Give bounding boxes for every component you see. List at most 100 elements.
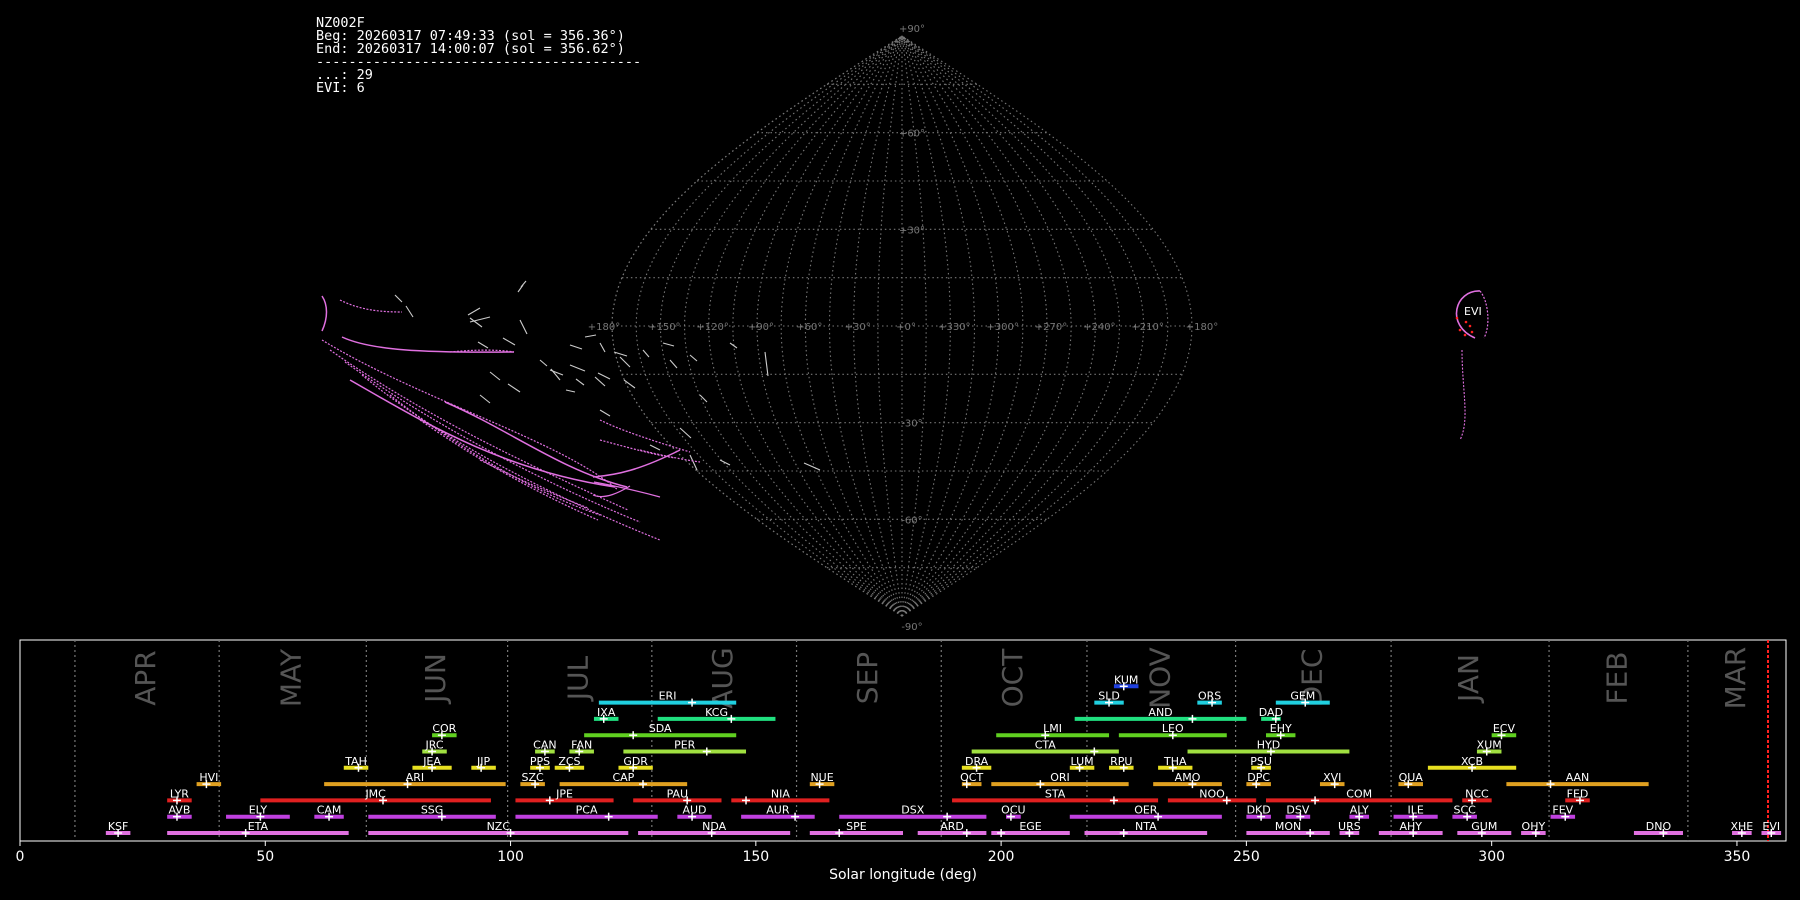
longitude-label: +270° [1035, 322, 1067, 333]
shower-bar-nia: NIA [731, 787, 830, 805]
shower-bar-cta: CTA [971, 739, 1119, 756]
sporadic-meteor-trail [569, 344, 583, 350]
shower-bar-mon: MON [1246, 820, 1330, 837]
shower-meteor-trail [339, 299, 403, 313]
sporadic-meteor-trail [479, 394, 491, 404]
sporadic-meteor-trail [764, 351, 769, 377]
shower-label: CTA [1035, 739, 1057, 752]
x-tick-label: 150 [742, 849, 769, 865]
shower-bar-ile: ILE [1393, 804, 1438, 821]
shower-meteor-trail [349, 379, 616, 488]
sporadic-meteor-trail [575, 378, 585, 386]
shower-bar-ocu: OCU [1001, 804, 1026, 821]
shower-bar-xcb: XCB [1427, 755, 1517, 772]
shower-bar-and: AND [1074, 706, 1247, 723]
radiant-point [1458, 328, 1462, 332]
sporadic-meteor-trail [599, 409, 611, 417]
month-label: MAY [275, 648, 308, 707]
shower-bar-eta: ETA [167, 820, 349, 837]
longitude-label: +90° [748, 322, 774, 333]
shower-label: XUM [1477, 739, 1502, 752]
shower-label: MON [1275, 820, 1301, 833]
shower-bar-tha: THA [1158, 755, 1193, 772]
shower-meteor-trail [344, 361, 641, 523]
shower-label: SPE [846, 820, 867, 833]
shower-bar-lum: LUM [1069, 755, 1095, 772]
shower-label: LEO [1162, 722, 1184, 735]
x-axis: 0 50 100 150 200 250 300 350 [16, 841, 1750, 865]
shower-bar-scc: SCC [1452, 804, 1477, 821]
latitude-label: +60° [899, 129, 925, 140]
shower-label: XCB [1461, 755, 1483, 768]
shower-label: FED [1567, 787, 1589, 800]
longitude-label: +0° [896, 322, 916, 333]
sporadic-meteor-trail [619, 356, 631, 368]
shower-label: LMI [1043, 722, 1062, 735]
sporadic-meteor-trail [599, 342, 606, 353]
shower-bar-fed: FED [1565, 787, 1590, 805]
sporadic-meteor-trail [719, 459, 731, 466]
sporadic-meteor-trail [394, 294, 403, 303]
latitude-label: +90° [899, 24, 925, 35]
shower-bar-kum: KUM [1113, 673, 1139, 691]
shower-bar-ahy: AHY [1378, 820, 1443, 837]
shower-bar-tah: TAH [343, 755, 369, 772]
x-tick-label: 50 [256, 849, 274, 865]
shower-label: ILE [1407, 804, 1423, 817]
shower-label: AMO [1175, 771, 1201, 784]
shower-label: PCA [576, 804, 598, 817]
shower-label: COR [432, 722, 456, 735]
shower-bar-nda: NDA [638, 820, 791, 837]
shower-label: DSV [1286, 804, 1309, 817]
shower-label: DNO [1646, 820, 1672, 833]
shower-label: EGE [1019, 820, 1041, 833]
shower-label: STA [1045, 787, 1066, 800]
shower-label: CAN [533, 739, 556, 752]
shower-label: ARI [406, 771, 424, 784]
sporadic-meteor-trail [662, 342, 675, 347]
shower-label: JRC [425, 739, 444, 752]
shower-label: ETA [248, 820, 269, 833]
longitude-label: +240° [1083, 322, 1115, 333]
shower-label: SZC [522, 771, 545, 784]
shower-label: PPS [530, 755, 550, 768]
sporadic-meteor-trail [584, 334, 597, 338]
shower-label: GDR [623, 755, 648, 768]
shower-bar-com: COM [1266, 787, 1453, 805]
shower-label: RPU [1110, 755, 1132, 768]
sporadic-meteor-trail [467, 307, 481, 316]
shower-meteor-trail [593, 481, 661, 498]
shower-bar-gdr: GDR [618, 755, 653, 772]
shower-label: COM [1346, 787, 1372, 800]
longitude-label: +300° [986, 322, 1018, 333]
shower-bar-pau: PAU [633, 787, 722, 805]
sporadic-meteor-trail [729, 342, 738, 349]
sporadic-meteor-trail [642, 349, 650, 358]
shower-bar-sda: SDA [584, 722, 737, 740]
shower-bar-can: CAN [533, 739, 557, 756]
month-label: JUN [419, 653, 452, 705]
shower-label: ECV [1493, 722, 1516, 735]
month-label: OCT [996, 648, 1029, 708]
shower-label: PAU [667, 787, 689, 800]
month-label: SEP [851, 652, 884, 704]
shower-label: JIP [476, 755, 490, 768]
shower-label: FEV [1552, 804, 1573, 817]
sporadic-meteor-trail [502, 337, 516, 346]
shower-meteor-trail [599, 419, 691, 453]
shower-label: PSU [1250, 755, 1272, 768]
shower-bar-hyd: HYD [1187, 739, 1350, 756]
shower-bar-ssg: SSG [368, 804, 496, 821]
shower-bars: KSF ETA NZC NDA SPE ARD EGE NTA MON URS AHY GUM OHY D… [105, 673, 1782, 837]
shower-timeline-chart: APR MAY JUN JUL AUG SEP OCT NOV DEC JAN FEB MARKSF E… [16, 639, 1787, 883]
shower-bar-cam: CAM [314, 804, 344, 821]
shower-bar-dsx: DSX [839, 804, 987, 821]
shower-bar-kcg: KCG [657, 706, 776, 723]
shower-bar-nta: NTA [1084, 820, 1208, 837]
shower-bar-jea: JEA [412, 755, 452, 772]
shower-bar-lmi: LMI [996, 722, 1110, 740]
shower-bar-aly: ALY [1349, 804, 1370, 821]
shower-label: KCG [705, 706, 728, 719]
sporadic-meteor-trail [539, 359, 548, 367]
shower-bar-dsv: DSV [1285, 804, 1311, 821]
